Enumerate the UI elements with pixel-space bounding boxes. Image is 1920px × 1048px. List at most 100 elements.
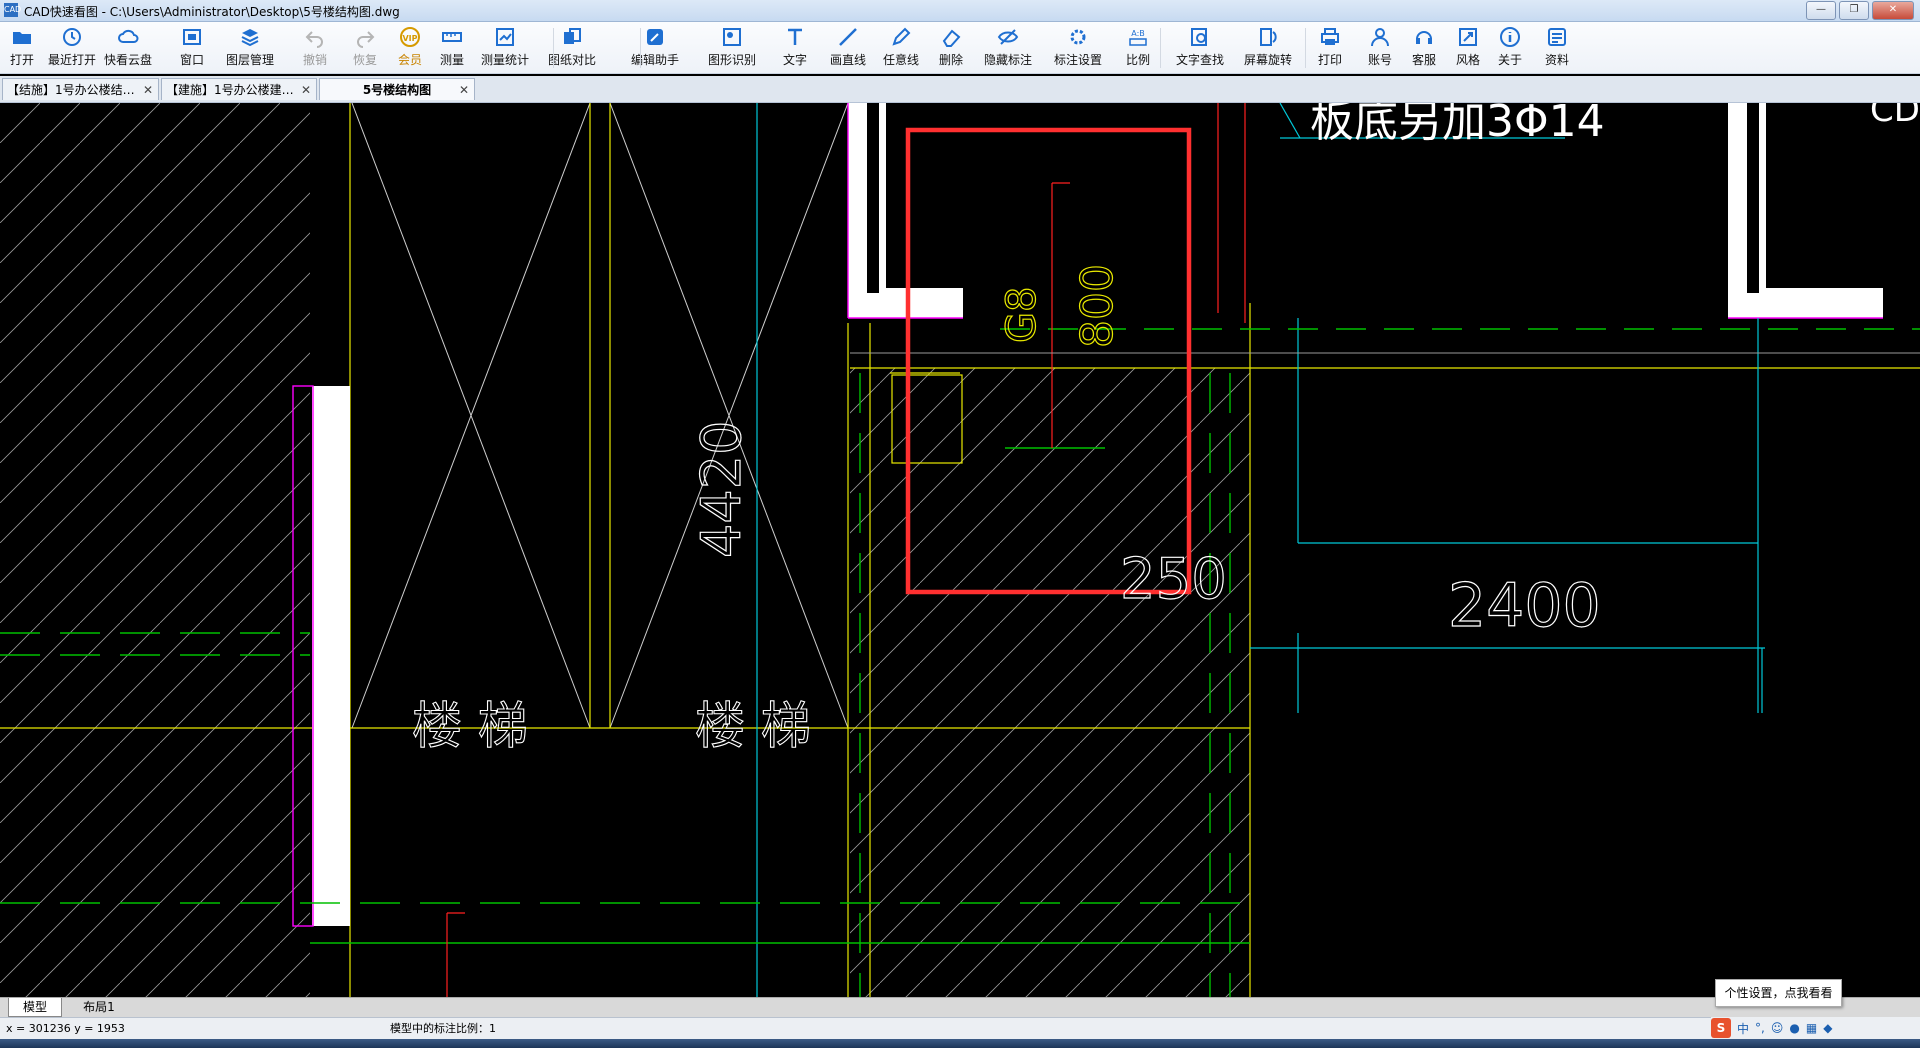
toolbar-label: 标注设置: [1053, 53, 1102, 67]
screen-rotate-icon: [1239, 26, 1297, 48]
user-icon: [1360, 26, 1400, 48]
toolbar-measure-stats-button[interactable]: 测量统计: [476, 26, 534, 70]
tab-close-icon[interactable]: ✕: [301, 79, 311, 101]
ime-mode[interactable]: 中: [1737, 1020, 1749, 1037]
keyboard-icon[interactable]: ▦: [1806, 1021, 1817, 1035]
toolbar-undo-button: 撤销: [295, 26, 335, 70]
document-tab[interactable]: 5号楼结构图 ✕: [319, 78, 475, 100]
toolbar-open-button[interactable]: 打开: [2, 26, 42, 70]
toolbar-measure-button[interactable]: 测量: [432, 26, 472, 70]
layout-tab[interactable]: 布局1: [68, 998, 130, 1016]
document-tabs: 【结施】1号办公楼结… ✕ 【建施】1号办公楼建… ✕ 5号楼结构图 ✕: [0, 76, 1920, 103]
restore-button[interactable]: ❐: [1839, 1, 1869, 20]
toolbar-label: 屏幕旋转: [1243, 53, 1292, 67]
cloud-icon: [100, 26, 156, 48]
toolbar-edit-helper-button[interactable]: 编辑助手: [625, 26, 685, 70]
folder-open-icon: [2, 26, 42, 48]
toolbar-label: 图层管理: [225, 53, 274, 67]
toolbar-label: 测量统计: [480, 53, 529, 67]
toolbar-delete-button[interactable]: 删除: [931, 26, 971, 70]
sogou-ime-icon[interactable]: S: [1711, 1018, 1731, 1038]
drawing-canvas[interactable]: 板底另加3Φ14 CD G8 800 250 2400 4420 楼 梯 楼 梯: [0, 103, 1920, 997]
toolbar-compare-button[interactable]: 图纸对比: [543, 26, 601, 70]
toolbar-mark-settings-button[interactable]: 标注设置: [1049, 26, 1107, 70]
emoji-icon[interactable]: ☺: [1771, 1021, 1784, 1035]
layers-icon: [220, 26, 280, 48]
svg-text:VIP: VIP: [402, 34, 417, 43]
toolbar-find-text-button[interactable]: 文字查找: [1171, 26, 1229, 70]
compare-icon: [543, 26, 601, 48]
toolbar-label: 关于: [1497, 53, 1522, 67]
line-tool-icon: [824, 26, 872, 48]
toolbar-label: 文字: [782, 53, 807, 67]
pencil-icon: [877, 26, 925, 48]
toolbar-label: 会员: [397, 53, 422, 67]
system-tray: S 中 °, ☺ ● ▦ ◆: [1711, 1017, 1920, 1039]
beam-size: 800: [1072, 264, 1123, 348]
toolbar-style-button[interactable]: 风格: [1448, 26, 1488, 70]
ime-punct[interactable]: °,: [1755, 1021, 1765, 1035]
document-tab-label: 5号楼结构图: [362, 83, 432, 97]
style-icon: [1448, 26, 1488, 48]
window-title: CAD快速看图 - C:\Users\Administrator\Desktop…: [24, 5, 400, 19]
minimize-button[interactable]: —: [1806, 1, 1836, 20]
mic-icon[interactable]: ●: [1789, 1021, 1799, 1035]
toolbar-support-button[interactable]: 客服: [1404, 26, 1444, 70]
dimension-250: 250: [1120, 547, 1227, 612]
toolbar-label: 任意线: [882, 53, 919, 67]
toolbar-about-button[interactable]: 关于: [1490, 26, 1530, 70]
toolbar-cloud-button[interactable]: 快看云盘: [100, 26, 156, 70]
toolbar-recent-button[interactable]: 最近打开: [43, 26, 101, 70]
cad-drawing[interactable]: 板底另加3Φ14 CD G8 800 250 2400 4420 楼 梯 楼 梯: [0, 103, 1920, 997]
toolbar-label: 窗口: [179, 53, 204, 67]
layout-tab[interactable]: 模型: [8, 998, 62, 1017]
toolbar-label: 比例: [1125, 53, 1150, 67]
toolbar-window-button[interactable]: 窗口: [172, 26, 212, 70]
tab-close-icon[interactable]: ✕: [143, 79, 153, 101]
toolbar-label: 测量: [439, 53, 464, 67]
edit-helper-icon: [625, 26, 685, 48]
document-tab-label: 【建施】1号办公楼建…: [166, 83, 294, 97]
toolbar-label: 打开: [9, 53, 34, 67]
eraser-icon: [931, 26, 971, 48]
toolbar-shape-recog-button[interactable]: 图形识别: [703, 26, 761, 70]
document-tab[interactable]: 【结施】1号办公楼结… ✕: [2, 78, 159, 100]
toolbar-vip-button[interactable]: VIP 会员: [390, 26, 430, 70]
toolbar-layers-button[interactable]: 图层管理: [220, 26, 280, 70]
info-icon: [1490, 26, 1530, 48]
undo-icon: [295, 26, 335, 48]
toolbar-label: 资料: [1544, 53, 1569, 67]
toolbar-separator: [640, 28, 641, 68]
tab-close-icon[interactable]: ✕: [459, 79, 469, 101]
toolbar-rotate-button[interactable]: 屏幕旋转: [1239, 26, 1297, 70]
dimension-4420: 4420: [690, 421, 753, 558]
find-text-icon: [1171, 26, 1229, 48]
toolbar-label: 快看云盘: [103, 53, 152, 67]
toolbar-resources-button[interactable]: 资料: [1537, 26, 1577, 70]
main-toolbar: 打开 最近打开 快看云盘 窗口 图层管理 撤销 恢复 VIP 会员 测量 测量统计 图纸对比 编辑助手 图…: [0, 22, 1920, 74]
toolbar-text-button[interactable]: 文字: [775, 26, 815, 70]
toolbar-redo-button: 恢复: [345, 26, 385, 70]
annotation-rebar: 板底另加3Φ14: [1310, 103, 1605, 147]
toolbar-label: 最近打开: [47, 53, 96, 67]
toolbar-label: 恢复: [352, 53, 377, 67]
app-logo-icon: CAD: [4, 3, 21, 17]
document-tab[interactable]: 【建施】1号办公楼建… ✕: [161, 78, 317, 100]
settings-tooltip[interactable]: 个性设置，点我看看: [1715, 979, 1842, 1007]
skin-icon[interactable]: ◆: [1823, 1021, 1832, 1035]
resources-icon: [1537, 26, 1577, 48]
toolbar-label: 打印: [1317, 53, 1342, 67]
toolbar-label: 隐藏标注: [983, 53, 1032, 67]
toolbar-print-button[interactable]: 打印: [1310, 26, 1350, 70]
text-tool-icon: [775, 26, 815, 48]
svg-text:A:B: A:B: [1131, 29, 1145, 38]
coordinate-readout: x = 301236 y = 1953: [6, 1022, 125, 1035]
toolbar-account-button[interactable]: 账号: [1360, 26, 1400, 70]
toolbar-line-button[interactable]: 画直线: [824, 26, 872, 70]
toolbar-separator: [553, 28, 554, 68]
close-button[interactable]: ✕: [1872, 1, 1914, 20]
toolbar-scale-button[interactable]: A:B 比例: [1118, 26, 1158, 70]
toolbar-freehand-button[interactable]: 任意线: [877, 26, 925, 70]
toolbar-hide-marks-button[interactable]: 隐藏标注: [979, 26, 1037, 70]
toolbar-label: 文字查找: [1175, 53, 1224, 67]
